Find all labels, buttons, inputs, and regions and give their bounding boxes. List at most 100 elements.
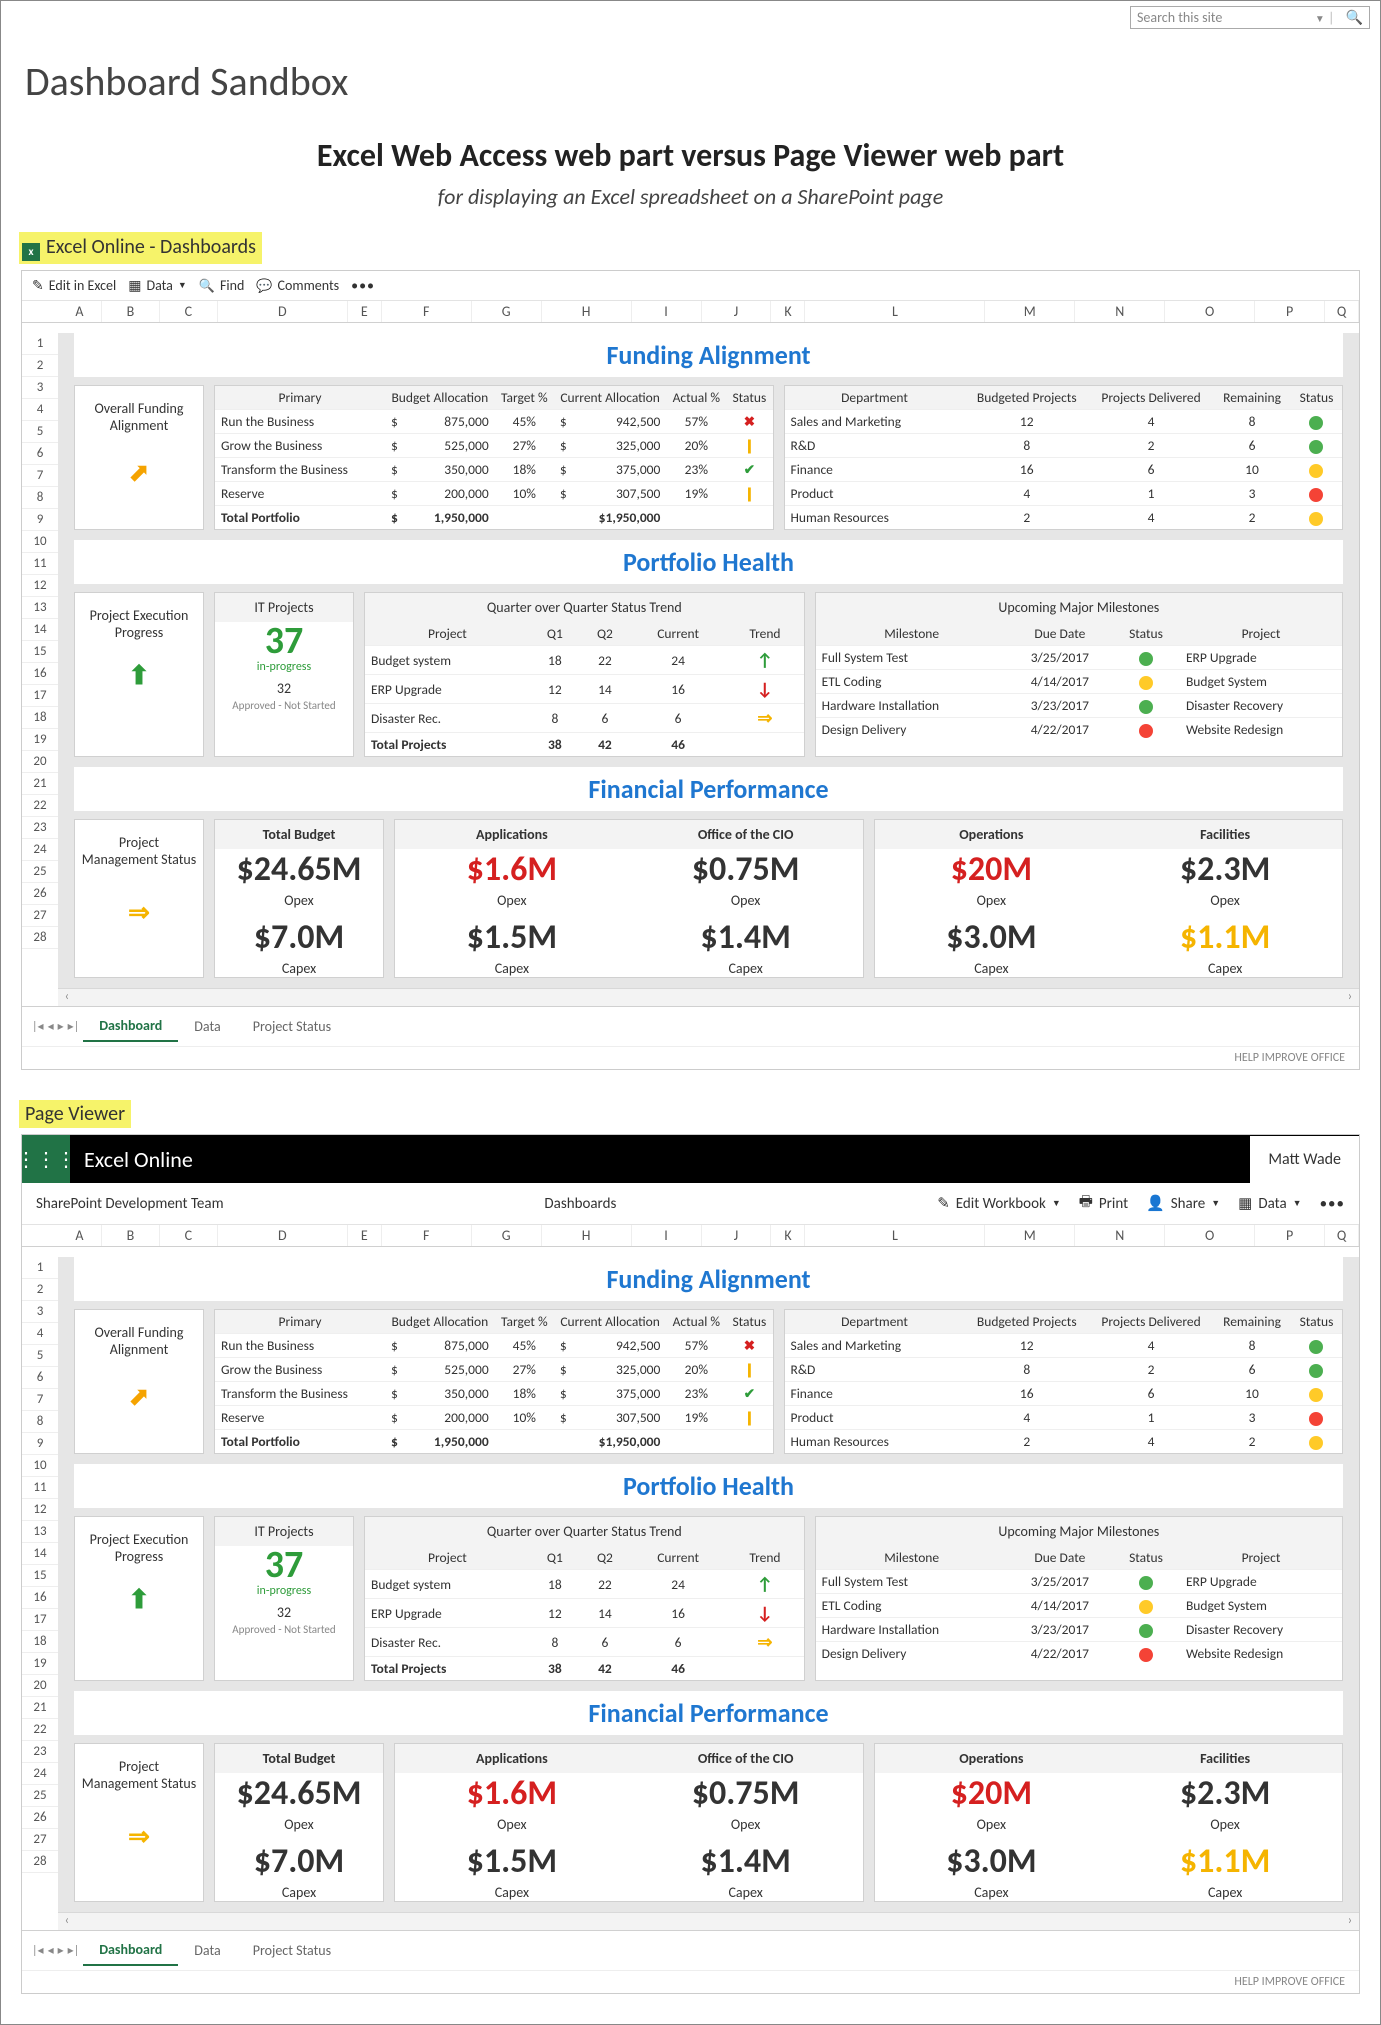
row-header[interactable]: 4	[22, 399, 58, 421]
column-header[interactable]: M	[985, 1225, 1075, 1246]
help-improve-link[interactable]: HELP IMPROVE OFFICE	[22, 1970, 1359, 1993]
row-header[interactable]: 10	[22, 1455, 58, 1477]
row-header[interactable]: 5	[22, 421, 58, 443]
row-header[interactable]: 11	[22, 1477, 58, 1499]
row-header[interactable]: 2	[22, 1279, 58, 1301]
sheet-nav-last[interactable]: ▸|	[68, 1019, 80, 1034]
row-header[interactable]: 12	[22, 1499, 58, 1521]
sheet-nav-first[interactable]: |◂	[32, 1943, 44, 1958]
row-header[interactable]: 22	[22, 795, 58, 817]
column-header[interactable]: I	[632, 301, 702, 322]
column-header[interactable]: B	[102, 1225, 160, 1246]
scroll-left-icon[interactable]: ‹	[58, 1913, 76, 1931]
column-header[interactable]: H	[542, 1225, 632, 1246]
more-menu[interactable]	[1320, 1195, 1345, 1213]
column-header[interactable]: N	[1075, 1225, 1165, 1246]
help-improve-link[interactable]: HELP IMPROVE OFFICE	[22, 1046, 1359, 1069]
row-header[interactable]: 4	[22, 1323, 58, 1345]
sheet-tab[interactable]: Data	[178, 1012, 236, 1041]
row-header[interactable]: 8	[22, 1411, 58, 1433]
row-header[interactable]: 13	[22, 1521, 58, 1543]
row-header[interactable]: 6	[22, 1367, 58, 1389]
data-menu[interactable]: Data ▼	[1238, 1194, 1301, 1213]
row-header[interactable]: 17	[22, 1609, 58, 1631]
column-header[interactable]: A	[58, 1225, 102, 1246]
row-header[interactable]: 24	[22, 839, 58, 861]
column-header[interactable]: K	[771, 301, 805, 322]
scroll-left-icon[interactable]: ‹	[58, 989, 76, 1007]
row-header[interactable]: 9	[22, 509, 58, 531]
row-header[interactable]: 18	[22, 707, 58, 729]
row-header[interactable]: 21	[22, 1697, 58, 1719]
find-button[interactable]: Find	[199, 277, 245, 294]
comments-button[interactable]: Comments	[256, 277, 339, 294]
sheet-nav-prev[interactable]: ◂	[48, 1943, 54, 1958]
team-name[interactable]: SharePoint Development Team	[36, 1195, 224, 1213]
row-header[interactable]: 20	[22, 1675, 58, 1697]
row-header[interactable]: 23	[22, 817, 58, 839]
scroll-right-icon[interactable]: ›	[1341, 1913, 1359, 1931]
edit-in-excel-button[interactable]: Edit in Excel	[32, 277, 116, 294]
row-header[interactable]: 3	[22, 1301, 58, 1323]
column-header[interactable]: M	[985, 301, 1075, 322]
column-header[interactable]: P	[1255, 301, 1325, 322]
column-header[interactable]: E	[348, 1225, 382, 1246]
sheet-nav-first[interactable]: |◂	[32, 1019, 44, 1034]
row-header[interactable]: 23	[22, 1741, 58, 1763]
row-header[interactable]: 16	[22, 663, 58, 685]
row-header[interactable]: 14	[22, 619, 58, 641]
column-header[interactable]: L	[805, 1225, 985, 1246]
sheet-nav-next[interactable]: ▸	[58, 1019, 64, 1034]
row-header[interactable]: 26	[22, 1807, 58, 1829]
row-header[interactable]: 1	[22, 333, 58, 355]
print-button[interactable]: Print	[1079, 1191, 1128, 1216]
row-header[interactable]: 15	[22, 641, 58, 663]
row-header[interactable]: 7	[22, 1389, 58, 1411]
row-header[interactable]: 11	[22, 553, 58, 575]
chevron-down-icon[interactable]: ▼	[1315, 12, 1325, 25]
column-header[interactable]: K	[771, 1225, 805, 1246]
spreadsheet-grid[interactable]: Funding AlignmentOverall Funding Alignme…	[58, 333, 1359, 988]
site-search-input[interactable]: Search this site ▼ | 🔍	[1130, 6, 1370, 29]
row-header[interactable]: 15	[22, 1565, 58, 1587]
column-header[interactable]: D	[218, 301, 348, 322]
column-header[interactable]: B	[102, 301, 160, 322]
row-header[interactable]: 22	[22, 1719, 58, 1741]
data-menu[interactable]: Data ▼	[128, 277, 187, 294]
row-header[interactable]: 2	[22, 355, 58, 377]
sheet-tab[interactable]: Dashboard	[83, 1011, 178, 1042]
column-header[interactable]: G	[472, 1225, 542, 1246]
share-menu[interactable]: Share ▼	[1146, 1194, 1220, 1213]
column-header[interactable]: J	[702, 1225, 772, 1246]
column-header[interactable]: Q	[1325, 301, 1359, 322]
row-header[interactable]: 28	[22, 1851, 58, 1873]
row-header[interactable]: 6	[22, 443, 58, 465]
row-header[interactable]: 19	[22, 729, 58, 751]
column-header[interactable]: Q	[1325, 1225, 1359, 1246]
column-header[interactable]: J	[702, 301, 772, 322]
column-header[interactable]: F	[382, 1225, 472, 1246]
row-header[interactable]: 28	[22, 927, 58, 949]
more-menu[interactable]	[351, 277, 375, 294]
row-header[interactable]: 25	[22, 861, 58, 883]
horizontal-scrollbar[interactable]: ‹ ›	[58, 988, 1359, 1006]
user-name[interactable]: Matt Wade	[1250, 1136, 1359, 1183]
row-header[interactable]: 10	[22, 531, 58, 553]
row-header[interactable]: 5	[22, 1345, 58, 1367]
row-header[interactable]: 21	[22, 773, 58, 795]
search-icon[interactable]: 🔍	[1346, 9, 1363, 26]
sheet-tab[interactable]: Project Status	[237, 1012, 347, 1041]
row-header[interactable]: 8	[22, 487, 58, 509]
column-header[interactable]: A	[58, 301, 102, 322]
row-header[interactable]: 12	[22, 575, 58, 597]
sheet-tab[interactable]: Project Status	[237, 1936, 347, 1965]
row-header[interactable]: 7	[22, 465, 58, 487]
sheet-nav-next[interactable]: ▸	[58, 1943, 64, 1958]
column-header[interactable]: E	[348, 301, 382, 322]
horizontal-scrollbar[interactable]: ‹ ›	[58, 1912, 1359, 1930]
column-header[interactable]: L	[805, 301, 985, 322]
column-header[interactable]: G	[472, 301, 542, 322]
row-header[interactable]: 3	[22, 377, 58, 399]
column-header[interactable]: F	[382, 301, 472, 322]
sheet-tab[interactable]: Dashboard	[83, 1935, 178, 1966]
